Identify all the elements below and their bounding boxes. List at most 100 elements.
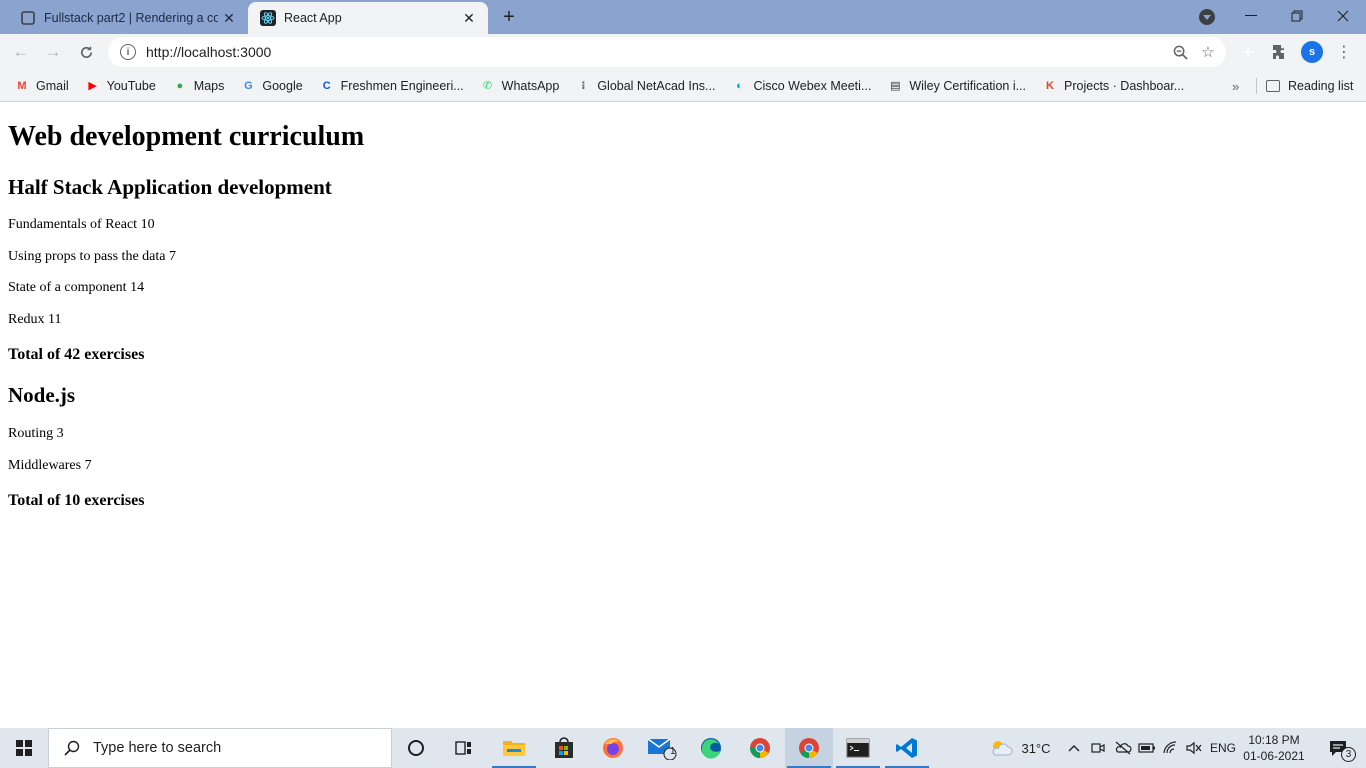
bookmarks-bar: M Gmail ▶ YouTube ● Maps G Google C Freshmen Engi… (0, 70, 1366, 102)
course-part: State of a component 14 (8, 280, 145, 295)
weather-temperature[interactable]: 31°C (1018, 728, 1054, 768)
restore-button[interactable] (1274, 0, 1320, 32)
bookmark-item[interactable]: ⁝ Global NetAcad Ins... (567, 74, 723, 98)
info-icon[interactable]: i (120, 44, 136, 60)
course-title: Half Stack Application development (8, 175, 332, 199)
course-part: Routing 3 (8, 426, 64, 441)
clock-date: 01-06-2021 (1243, 749, 1305, 763)
profile-avatar[interactable]: s (1301, 41, 1323, 63)
bookmark-label: YouTube (106, 78, 156, 93)
page-content: Web development curriculum Half Stack Ap… (0, 103, 1366, 728)
microsoft-store-icon[interactable] (540, 728, 588, 768)
course-total: Total of 42 exercises (8, 346, 145, 363)
edge-icon[interactable] (687, 728, 735, 768)
extensions-icon[interactable] (1267, 39, 1293, 65)
bookmark-item[interactable]: ◐ Cisco Webex Meeti... (723, 74, 879, 98)
page-title: Web development curriculum (8, 121, 365, 152)
bookmark-label: Freshmen Engineeri... (340, 78, 464, 93)
close-icon[interactable]: ✕ (458, 7, 480, 29)
gmail-icon: M (17, 79, 27, 92)
clock-time: 10:18 PM (1248, 733, 1300, 747)
bookmark-item[interactable]: K Projects · Dashboar... (1034, 74, 1192, 98)
weather-icon[interactable] (986, 728, 1016, 768)
start-button[interactable] (0, 728, 48, 768)
add-icon[interactable]: + (1235, 39, 1261, 65)
minimize-button[interactable] (1228, 0, 1274, 32)
bookmark-label: Cisco Webex Meeti... (753, 78, 872, 93)
mail-icon[interactable]: 1 (638, 728, 686, 768)
bookmark-star-icon[interactable]: ☆ (1194, 38, 1222, 66)
taskbar: Type here to search 1 31°C ENG 10:18 PM … (0, 728, 1366, 768)
search-icon (63, 739, 81, 757)
bookmark-item[interactable]: ▶ YouTube (77, 74, 164, 98)
bookmark-label: Google (262, 78, 303, 93)
course-title: Node.js (8, 383, 76, 407)
bookmark-item[interactable]: ✆ WhatsApp (472, 74, 568, 98)
chrome-icon[interactable] (736, 728, 784, 768)
course-part: Middlewares 7 (8, 458, 92, 473)
chrome-active-icon[interactable] (785, 728, 833, 768)
url-text[interactable]: http://localhost:3000 (146, 44, 1166, 60)
cisco-netacad-icon: ⁝ (581, 80, 586, 92)
tab-strip: Fullstack part2 | Rendering a collection… (0, 0, 1366, 34)
reading-list-icon (1266, 80, 1280, 92)
bookmark-label: WhatsApp (501, 78, 560, 93)
course-part: Using props to pass the data 7 (8, 249, 176, 264)
bookmark-label: Maps (193, 78, 225, 93)
bookmark-item[interactable]: ● Maps (164, 74, 233, 98)
tab-search-icon[interactable] (1199, 9, 1215, 25)
bookmark-label: Gmail (36, 78, 69, 93)
file-explorer-icon[interactable] (490, 728, 538, 768)
react-icon (260, 10, 276, 26)
bookmark-item[interactable]: G Google (232, 74, 310, 98)
new-tab-button[interactable]: + (498, 6, 520, 28)
menu-icon[interactable]: ⋮ (1331, 39, 1357, 65)
course-part: Fundamentals of React 10 (8, 217, 155, 232)
tab-fullstack[interactable]: Fullstack part2 | Rendering a collection… (8, 2, 248, 34)
reload-button[interactable] (73, 39, 99, 65)
back-button[interactable]: ← (8, 39, 34, 65)
meet-now-icon[interactable] (1088, 728, 1108, 768)
zoom-icon[interactable] (1166, 38, 1194, 66)
bookmark-item[interactable]: ▤ Wiley Certification i... (879, 74, 1034, 98)
bookmark-item[interactable]: M Gmail (6, 74, 77, 98)
reading-list-button[interactable]: Reading list (1266, 74, 1353, 98)
onedrive-icon[interactable] (1112, 728, 1134, 768)
vscode-icon[interactable] (883, 728, 931, 768)
notification-count: 3 (1341, 747, 1356, 762)
close-icon[interactable]: ✕ (218, 7, 240, 29)
volume-muted-icon[interactable] (1183, 728, 1205, 768)
cortana-button[interactable] (392, 728, 440, 768)
browser-toolbar: ← → i http://localhost:3000 ☆ + s ⋮ (0, 34, 1366, 70)
clock[interactable]: 10:18 PM 01-06-2021 (1236, 728, 1312, 768)
taskbar-search[interactable]: Type here to search (48, 728, 392, 768)
address-bar[interactable]: i http://localhost:3000 ☆ (108, 37, 1226, 67)
youtube-icon: ▶ (88, 80, 97, 92)
tab-title: Fullstack part2 | Rendering a collection (44, 11, 218, 25)
more-bookmarks-icon[interactable]: » (1232, 74, 1239, 98)
tab-react-app[interactable]: React App ✕ (248, 2, 488, 34)
freshmen-icon: C (322, 79, 331, 92)
windows-icon (16, 740, 32, 756)
wiley-icon: ▤ (890, 80, 901, 92)
bookmark-item[interactable]: C Freshmen Engineeri... (311, 74, 472, 98)
close-window-button[interactable] (1320, 0, 1366, 32)
wifi-icon[interactable] (1160, 728, 1182, 768)
maps-icon: ● (176, 79, 184, 92)
bookmark-label: Wiley Certification i... (909, 78, 1027, 93)
course-total: Total of 10 exercises (8, 492, 145, 509)
battery-icon[interactable] (1136, 728, 1158, 768)
task-view-button[interactable] (440, 728, 488, 768)
search-placeholder: Type here to search (93, 740, 222, 756)
language-indicator[interactable]: ENG (1208, 728, 1238, 768)
terminal-icon[interactable] (834, 728, 882, 768)
google-icon: G (244, 79, 253, 92)
mail-badge: 1 (670, 746, 676, 757)
forward-button[interactable]: → (40, 39, 66, 65)
firefox-icon[interactable] (589, 728, 637, 768)
chevron-up-icon[interactable] (1064, 728, 1084, 768)
reading-list-label: Reading list (1288, 79, 1354, 93)
page-icon (20, 10, 36, 26)
divider (1256, 78, 1257, 94)
notifications-button[interactable]: 3 (1318, 728, 1358, 768)
